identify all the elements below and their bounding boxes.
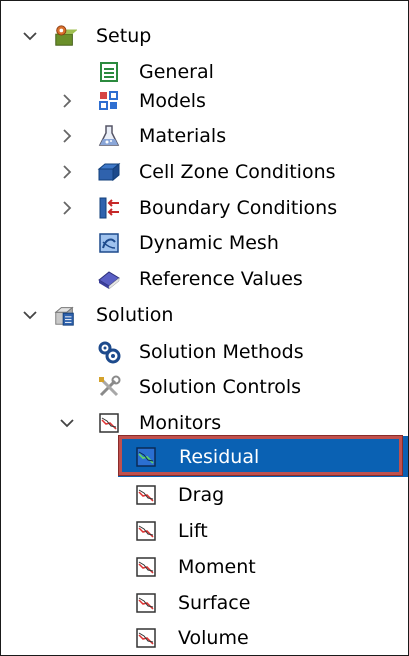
tree-node-materials[interactable]: Materials <box>0 118 409 154</box>
tree-label: Surface <box>178 592 251 614</box>
boundary-icon <box>97 196 121 220</box>
solution-controls-icon <box>97 375 121 399</box>
chevron-right-icon[interactable] <box>57 126 77 146</box>
monitor-chart-icon <box>134 519 158 543</box>
reference-values-icon <box>97 267 121 291</box>
tree-label: Models <box>139 90 206 112</box>
tree-node-residual[interactable]: Residual <box>118 439 409 475</box>
chevron-down-icon[interactable] <box>20 26 40 46</box>
tree-node-moment[interactable]: Moment <box>0 549 409 585</box>
tree-node-volume[interactable]: Volume <box>0 620 409 656</box>
dynamic-mesh-icon <box>97 231 121 255</box>
tree-node-models[interactable]: Models <box>0 83 409 119</box>
tree-node-setup[interactable]: Setup <box>0 18 409 54</box>
chevron-right-icon[interactable] <box>57 91 77 111</box>
tree-node-reference-values[interactable]: Reference Values <box>0 261 409 297</box>
monitor-chart-icon <box>134 626 158 650</box>
models-icon <box>97 89 121 113</box>
tree-label: Materials <box>139 125 227 147</box>
cell-zone-icon <box>97 160 121 184</box>
tree-label: Solution <box>96 304 174 326</box>
tree-node-boundary-conditions[interactable]: Boundary Conditions <box>0 190 409 226</box>
materials-icon <box>97 124 121 148</box>
solution-icon <box>53 303 77 327</box>
solution-methods-icon <box>97 340 121 364</box>
tree-label: Volume <box>178 627 249 649</box>
setup-icon <box>53 24 77 48</box>
outline-tree: Setup General Models Materials Cell Zone… <box>0 0 409 656</box>
tree-label: Reference Values <box>139 268 303 290</box>
monitor-chart-icon <box>134 555 158 579</box>
chevron-right-icon[interactable] <box>57 198 77 218</box>
monitor-chart-icon <box>134 483 158 507</box>
tree-node-lift[interactable]: Lift <box>0 513 409 549</box>
tree-label: Solution Controls <box>139 376 302 398</box>
tree-node-solution[interactable]: Solution <box>0 297 409 333</box>
tree-node-surface[interactable]: Surface <box>0 585 409 621</box>
tree-label: Residual <box>179 446 260 468</box>
chevron-right-icon[interactable] <box>57 162 77 182</box>
tree-label: Drag <box>178 484 225 506</box>
general-icon <box>97 60 121 84</box>
tree-node-solution-methods[interactable]: Solution Methods <box>0 334 409 370</box>
monitor-chart-icon <box>134 445 158 469</box>
tree-node-solution-controls[interactable]: Solution Controls <box>0 369 409 405</box>
tree-label: Lift <box>178 520 208 542</box>
monitor-chart-icon <box>134 591 158 615</box>
chevron-down-icon[interactable] <box>20 305 40 325</box>
chevron-down-icon[interactable] <box>57 413 77 433</box>
tree-label: Moment <box>178 556 256 578</box>
tree-node-dynamic-mesh[interactable]: Dynamic Mesh <box>0 225 409 261</box>
tree-label: Cell Zone Conditions <box>139 161 336 183</box>
tree-node-drag[interactable]: Drag <box>0 477 409 513</box>
tree-label: Boundary Conditions <box>139 197 338 219</box>
monitor-icon <box>97 411 121 435</box>
tree-node-cell-zone-conditions[interactable]: Cell Zone Conditions <box>0 154 409 190</box>
tree-label: Solution Methods <box>139 341 304 363</box>
tree-label: Dynamic Mesh <box>139 232 279 254</box>
tree-label: Setup <box>96 25 152 47</box>
